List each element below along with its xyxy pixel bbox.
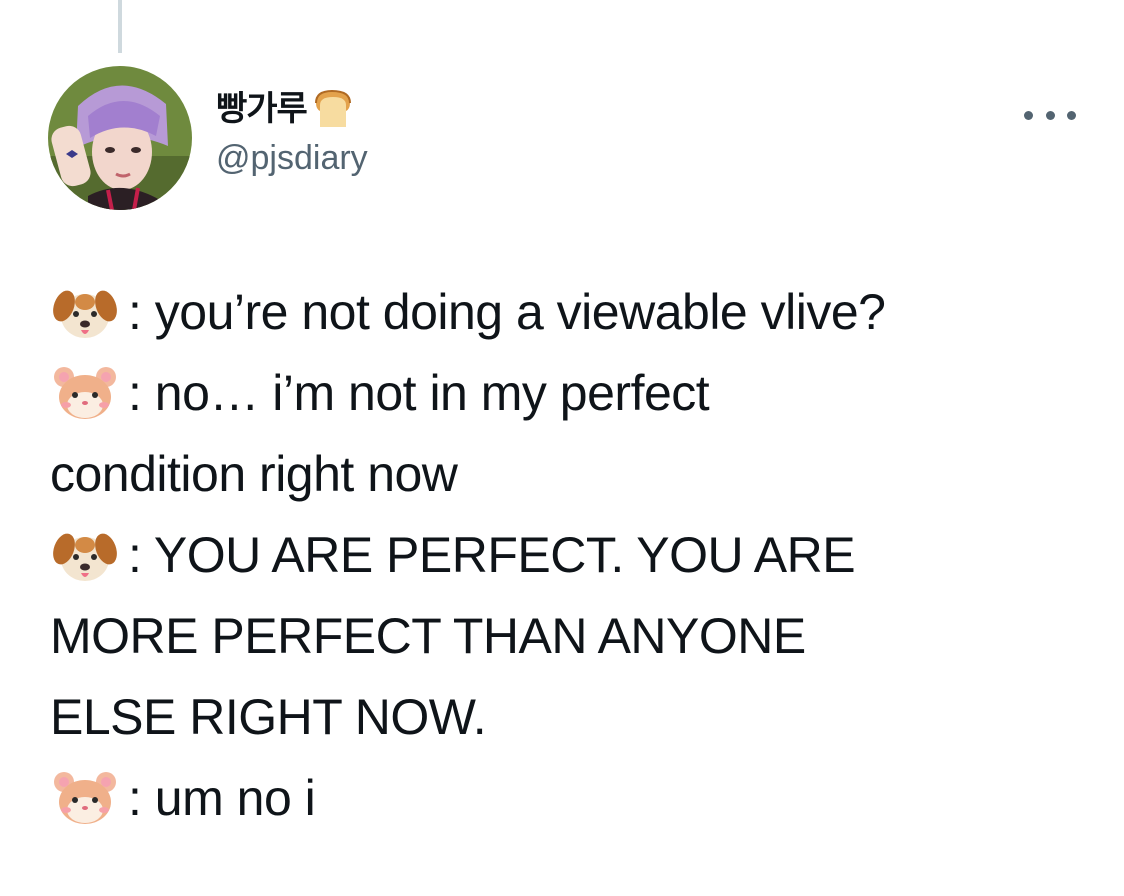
thread-connector-line <box>118 0 122 53</box>
author-info: 빵가루 @pjsdiary <box>216 84 368 178</box>
more-icon-dot <box>1067 110 1076 120</box>
tweet-line-text: : you’re not doing a viewable vlive? <box>128 284 886 340</box>
tweet-line: ELSE RIGHT NOW. <box>50 677 1100 758</box>
avatar[interactable] <box>48 66 192 210</box>
tweet-line-text: : um no i <box>128 770 316 826</box>
tweet-line-text: condition right now <box>50 446 458 502</box>
tweet-line: MORE PERFECT THAN ANYONE <box>50 596 1100 677</box>
author-display-name[interactable]: 빵가루 <box>216 84 308 134</box>
more-icon-dot <box>1045 110 1055 120</box>
dog-face-icon <box>50 282 120 344</box>
tweet-line-text: : YOU ARE PERFECT. YOU ARE <box>128 527 856 583</box>
tweet-line-text: ELSE RIGHT NOW. <box>50 689 487 745</box>
bread-icon <box>310 87 356 131</box>
tweet-line: : um no i <box>50 758 1100 839</box>
tweet-line-text: : no… i’m not in my perfect <box>128 365 710 421</box>
more-icon <box>1024 110 1033 120</box>
tweet-line: : you’re not doing a viewable vlive? <box>50 272 1100 353</box>
tweet-line: : YOU ARE PERFECT. YOU ARE <box>50 515 1100 596</box>
tweet-line-text: MORE PERFECT THAN ANYONE <box>50 608 806 664</box>
tweet-line: : no… i’m not in my perfect <box>50 353 1100 434</box>
dog-face-icon <box>50 525 120 587</box>
tweet-text: : you’re not doing a viewable vlive? : n… <box>50 272 1100 839</box>
author-handle[interactable]: @pjsdiary <box>216 138 368 178</box>
more-options-button[interactable] <box>1024 100 1076 130</box>
hamster-face-icon <box>50 363 120 425</box>
tweet-line: condition right now <box>50 434 1100 515</box>
display-name-row: 빵가루 <box>216 84 368 134</box>
hamster-face-icon <box>50 768 120 830</box>
